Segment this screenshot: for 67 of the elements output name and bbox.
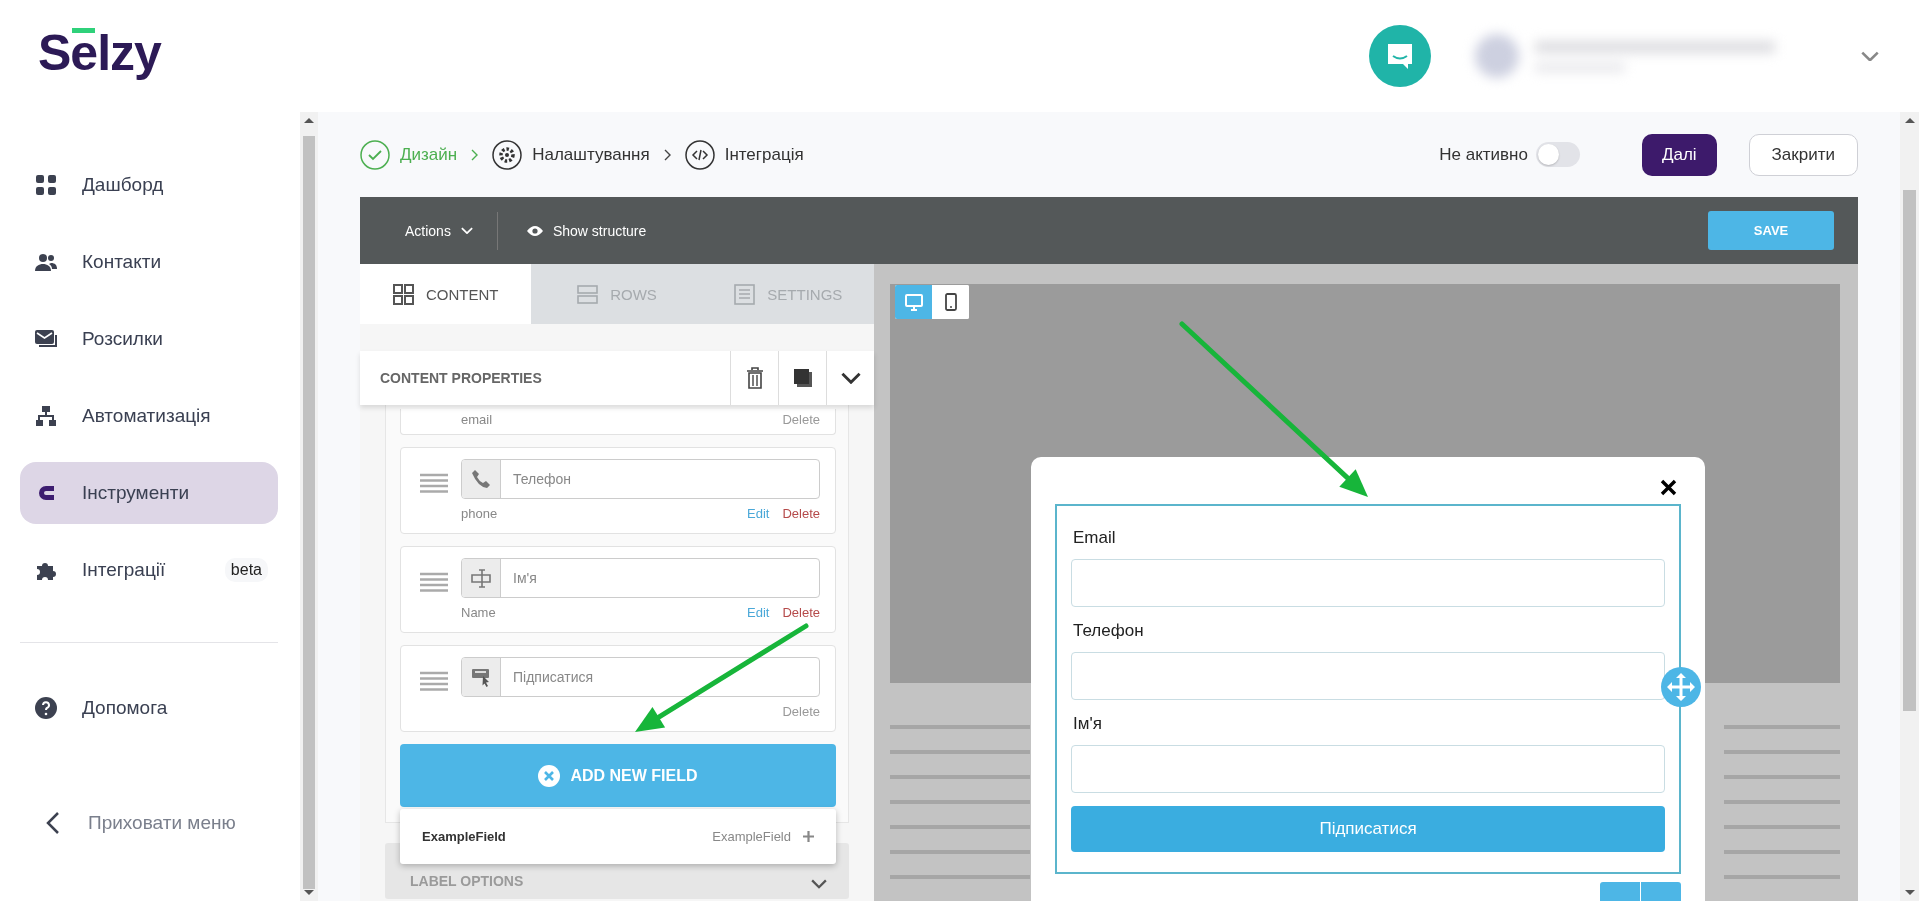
- next-button[interactable]: Далі: [1641, 133, 1717, 176]
- chevron-right-icon: [471, 148, 479, 161]
- sidebar-item[interactable]: Автоматизація: [20, 385, 278, 447]
- field-label: Телефон: [1073, 621, 1145, 642]
- field-name: phone: [461, 506, 498, 521]
- button-icon: [470, 666, 492, 688]
- dashboard-icon: [34, 173, 58, 197]
- phone-icon: [470, 468, 492, 490]
- eye-icon: [525, 224, 544, 237]
- move-handle-icon[interactable]: [1661, 667, 1701, 707]
- field-suggestion-menu[interactable]: ExampleField ExampleField: [400, 809, 836, 864]
- wizard-step[interactable]: Інтеграція: [684, 139, 804, 170]
- list-icon: [734, 283, 756, 305]
- field-input[interactable]: Ім'я: [461, 558, 820, 598]
- desktop-icon: [904, 293, 923, 311]
- sidebar-item[interactable]: Інструменти: [20, 462, 278, 524]
- wizard-step[interactable]: Налаштування: [492, 139, 650, 170]
- chevron-left-icon: [46, 811, 60, 835]
- toggle-switch[interactable]: [1535, 142, 1580, 167]
- field-input[interactable]: Підписатися: [461, 657, 820, 697]
- drag-handle-icon[interactable]: [420, 473, 448, 493]
- status-label: Не активно: [1439, 144, 1528, 165]
- delete-link: Delete: [782, 704, 820, 719]
- field-label: Email: [1073, 528, 1117, 549]
- check-circle-icon: [360, 139, 390, 170]
- logo: Selzy: [38, 24, 161, 82]
- section-title: CONTENT PROPERTIES: [379, 370, 543, 386]
- chevron-down-icon[interactable]: [811, 879, 827, 889]
- beta-badge: beta: [224, 558, 268, 582]
- field-name: email: [461, 412, 493, 427]
- sidebar-item[interactable]: Розсилки: [20, 308, 278, 370]
- actions-dropdown[interactable]: Actions: [405, 211, 498, 250]
- text-cursor-icon: [470, 567, 492, 589]
- input-field[interactable]: [1071, 652, 1665, 700]
- chevron-down-icon[interactable]: [840, 372, 861, 384]
- close-icon[interactable]: [1660, 479, 1677, 496]
- gear-icon: [492, 139, 523, 170]
- drag-handle-icon[interactable]: [420, 671, 448, 691]
- sidebar-item[interactable]: Контакти: [20, 231, 278, 293]
- delete-link: Delete: [782, 412, 820, 427]
- field-label: Ім'я: [1073, 714, 1103, 735]
- field-name: Name: [461, 605, 496, 620]
- code-icon: [684, 139, 715, 170]
- chat-icon[interactable]: [1369, 25, 1431, 87]
- show-structure-button[interactable]: Show structure: [525, 222, 647, 239]
- field-input[interactable]: Телефон: [461, 459, 820, 499]
- close-circle-icon: [538, 764, 561, 787]
- plus-icon[interactable]: [803, 831, 814, 842]
- form-block[interactable]: Email Телефон Ім'я Підписатися: [1055, 504, 1681, 874]
- hide-menu-button[interactable]: Приховати меню: [46, 811, 300, 835]
- trash-icon: [745, 367, 764, 389]
- sidebar-item[interactable]: Інтеграції beta: [20, 539, 278, 601]
- rows-icon: [577, 283, 599, 305]
- copy-icon: [792, 368, 813, 388]
- close-button[interactable]: Закрити: [1748, 133, 1858, 176]
- delete-link[interactable]: Delete: [782, 605, 820, 620]
- help-icon: [34, 696, 58, 720]
- sidebar-item[interactable]: Допомога: [20, 677, 278, 739]
- input-field[interactable]: [1071, 745, 1665, 793]
- sidebar-item[interactable]: Дашборд: [20, 154, 278, 216]
- panel-tab[interactable]: CONTENT: [360, 264, 532, 324]
- input-field[interactable]: [1071, 559, 1665, 607]
- delete-link[interactable]: Delete: [782, 506, 820, 521]
- grid-icon: [392, 283, 414, 305]
- hierarchy-icon: [34, 404, 58, 428]
- drag-handle-icon[interactable]: [420, 572, 448, 592]
- chevron-right-icon: [663, 148, 671, 161]
